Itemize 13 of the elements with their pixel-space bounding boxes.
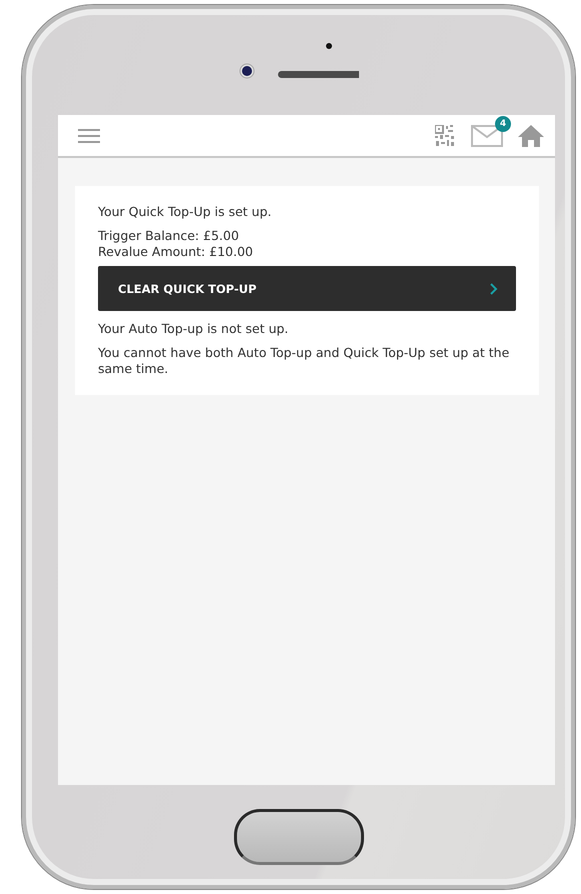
chevron-right-icon [490,282,498,294]
mail-icon[interactable] [471,124,503,146]
auto-top-up-status: Your Auto Top-up is not set up. [98,321,290,337]
notification-badge: 4 [495,116,511,132]
top-up-note: You cannot have both Auto Top-up and Quick Top-Up set up at the same time. [98,345,510,377]
trigger-balance: Trigger Balance: £5.00 [98,228,240,244]
home-button[interactable] [234,809,364,865]
clear-quick-top-up-button[interactable]: CLEAR QUICK TOP-UP [98,266,516,311]
home-icon[interactable] [517,124,545,148]
quick-top-up-status: Your Quick Top-Up is set up. [98,204,273,220]
revalue-amount: Revalue Amount: £10.00 [98,244,254,260]
qr-code-icon[interactable] [435,124,455,146]
menu-icon[interactable] [78,128,100,142]
